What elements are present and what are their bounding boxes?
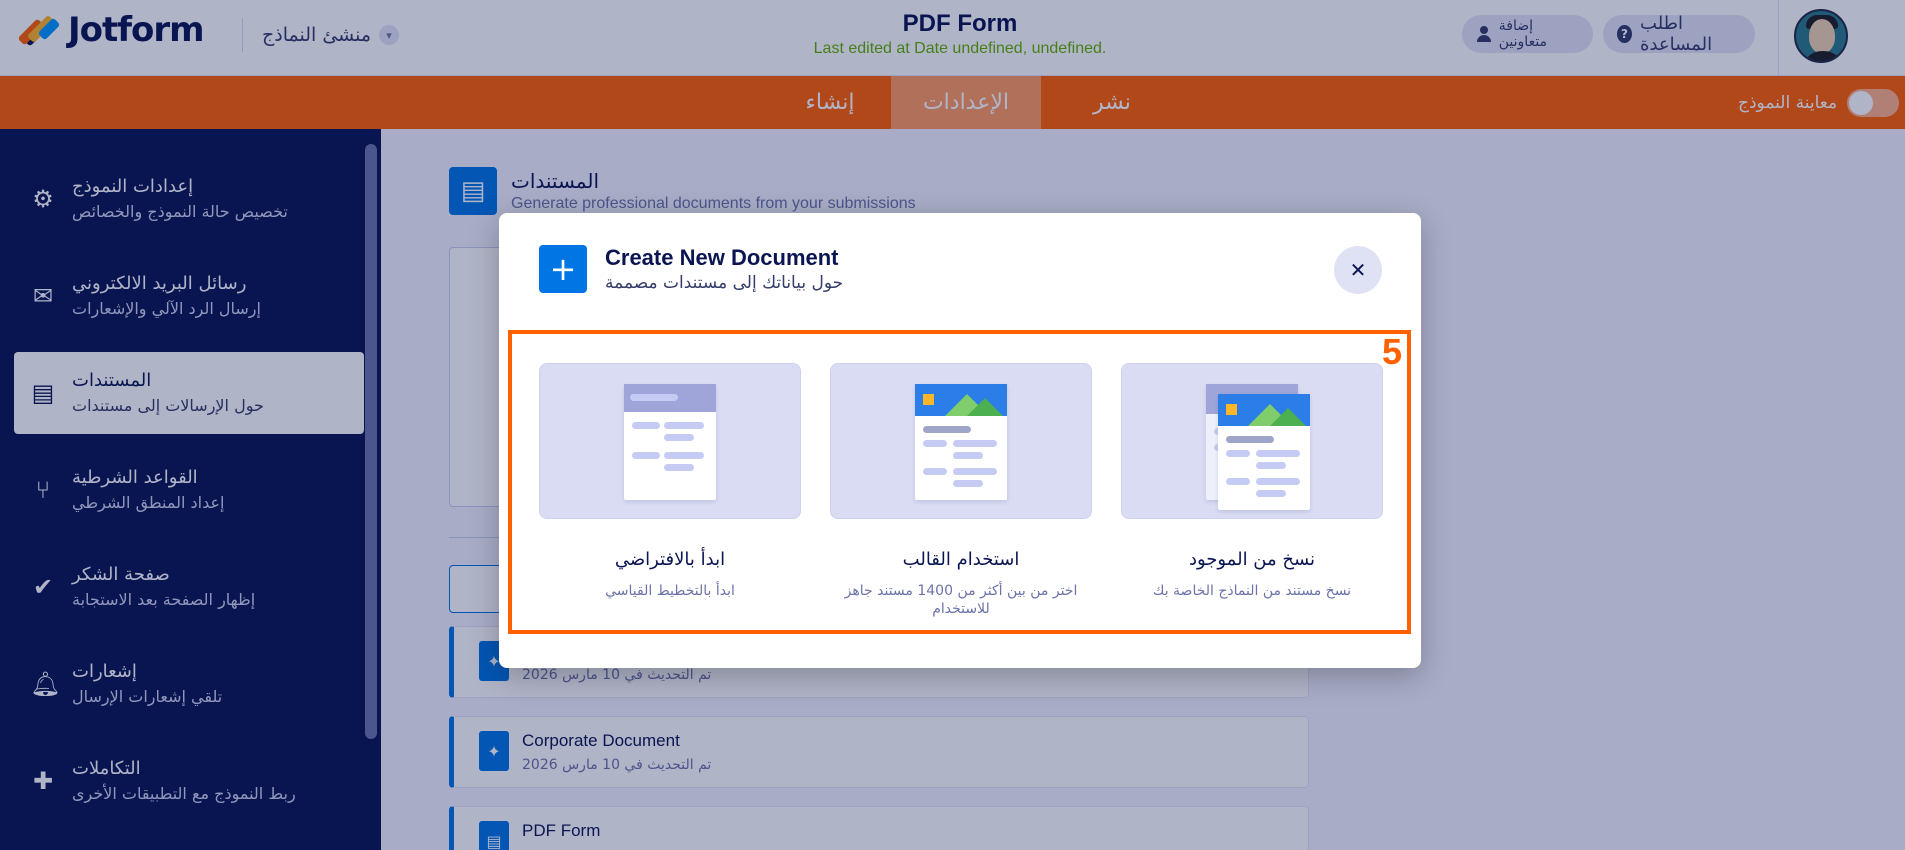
- modal-subtitle: حول بياناتك إلى مستندات مصممة: [605, 273, 844, 293]
- close-icon: ✕: [1349, 258, 1367, 282]
- copy-existing-illustration: [1121, 363, 1383, 519]
- option-title: استخدام القالب: [902, 549, 1020, 570]
- use-template-illustration: [830, 363, 1092, 519]
- option-title: نسخ من الموجود: [1188, 549, 1316, 570]
- option-description: اختر من بين أكثر من 1400 مستند جاهز للاس…: [844, 583, 1078, 617]
- option-use-template[interactable]: استخدام القالب اختر من بين أكثر من 1400 …: [830, 363, 1092, 618]
- close-button[interactable]: ✕: [1334, 246, 1382, 294]
- option-title: ابدأ بالافتراضي: [614, 549, 726, 570]
- option-description: ابدأ بالتخطيط القياسي: [605, 583, 735, 599]
- option-start-default[interactable]: ابدأ بالافتراضي ابدأ بالتخطيط القياسي: [539, 363, 801, 600]
- option-copy-existing[interactable]: نسخ من الموجود نسخ مستند من النماذج الخا…: [1121, 363, 1383, 600]
- option-description: نسخ مستند من النماذج الخاصة بك: [1152, 583, 1352, 599]
- modal-title: Create New Document: [605, 245, 839, 270]
- create-document-modal: + Create New Document حول بياناتك إلى مس…: [499, 213, 1421, 668]
- plus-icon: +: [539, 245, 587, 293]
- start-default-illustration: [539, 363, 801, 519]
